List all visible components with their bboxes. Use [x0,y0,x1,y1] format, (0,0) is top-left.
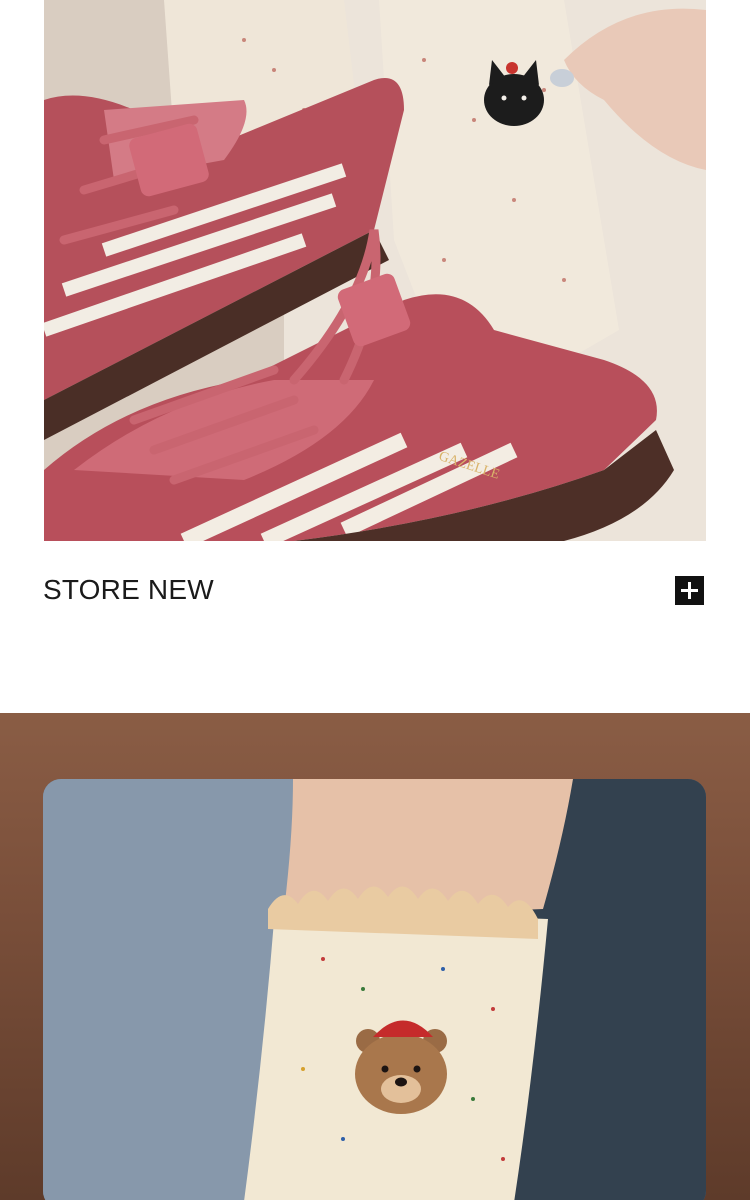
bear-sock-illustration [43,779,706,1200]
plus-icon[interactable] [675,575,704,605]
store-new-bar: STORE NEW [43,570,705,610]
store-title: STORE NEW [43,574,214,605]
bottom-photo-section [0,713,750,1200]
bottom-product-photo [43,779,706,1200]
top-product-photo: GAZELLE [44,0,706,541]
cat-embroidery-icon [484,60,544,126]
sneakers-illustration: GAZELLE [44,0,706,541]
bear-embroidery-icon [355,1020,447,1114]
